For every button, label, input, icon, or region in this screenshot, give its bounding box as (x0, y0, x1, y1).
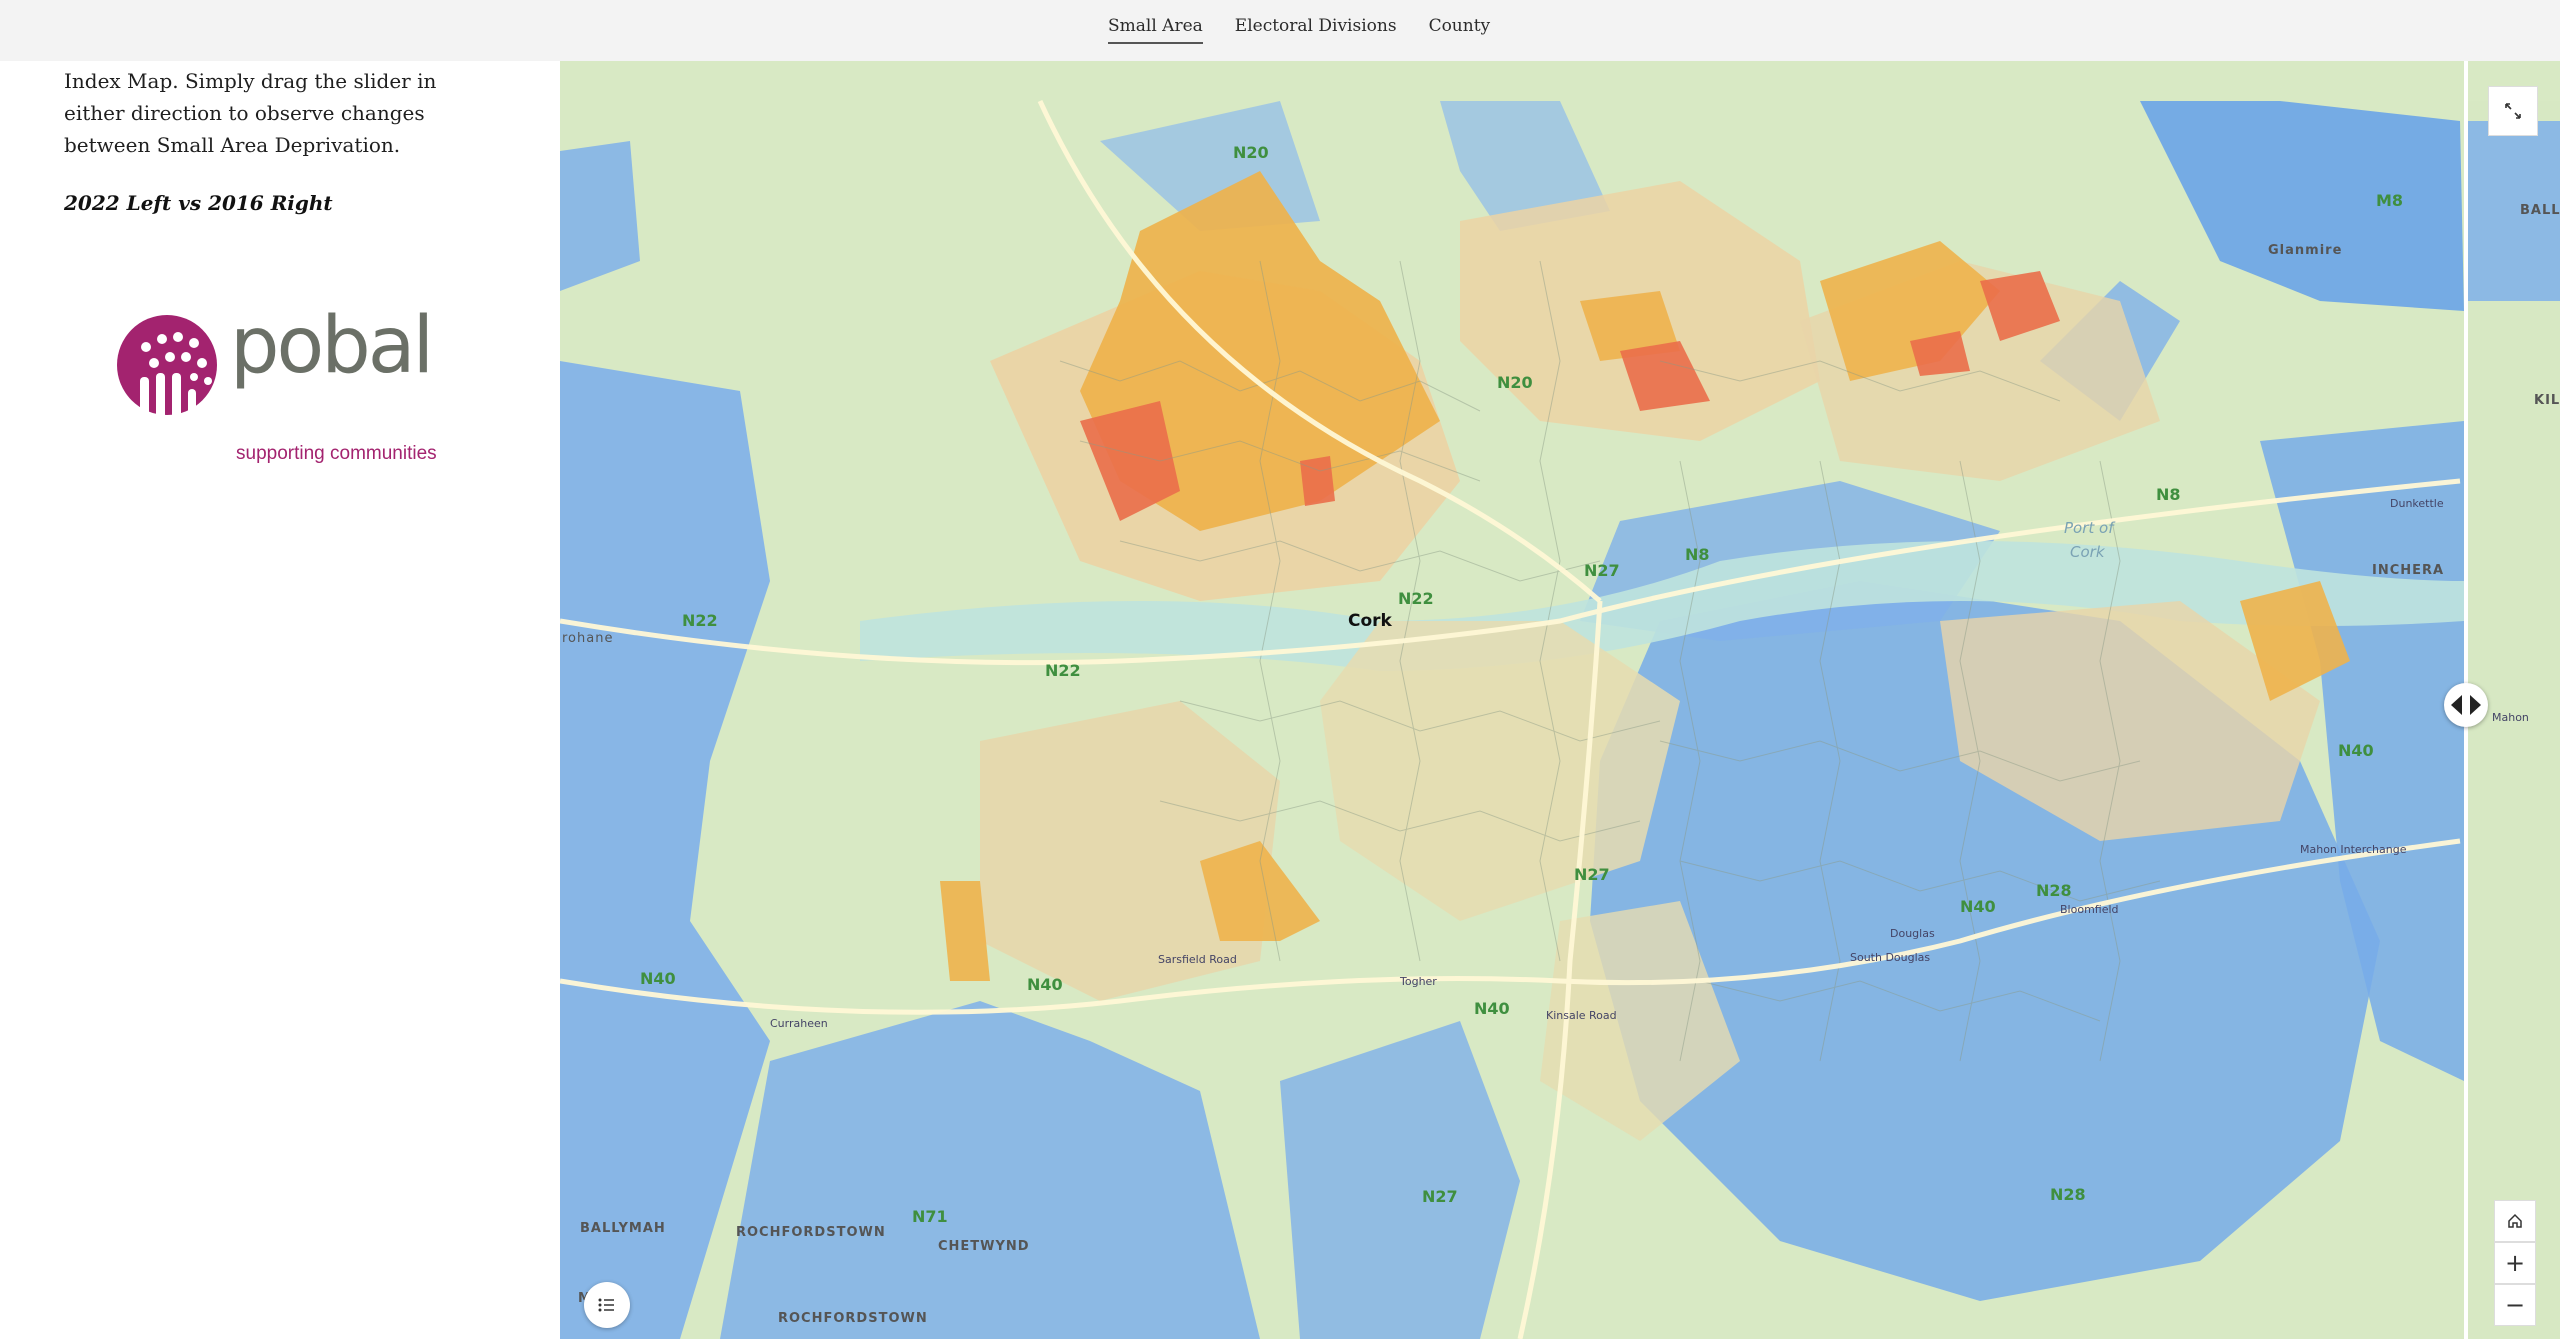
road-label: N20 (1497, 373, 1533, 392)
road-label: N40 (640, 969, 676, 988)
pobal-logo-mark (117, 315, 217, 419)
town-label: ROCHFORDSTOWN (778, 1311, 928, 1326)
road-label: N27 (1584, 561, 1620, 580)
tab-county[interactable]: County (1429, 14, 1491, 44)
zoom-in-button[interactable]: + (2494, 1242, 2536, 1284)
place-label: Dunkettle (2390, 497, 2444, 510)
place-label: Kinsale Road (1546, 1009, 1617, 1022)
comparison-label: 2022 Left vs 2016 Right (64, 191, 333, 215)
home-icon (2508, 1213, 2522, 1228)
road-label: N40 (1474, 999, 1510, 1018)
logo-wordmark: pobal (230, 301, 434, 391)
place-label: Mahon Interchange (2300, 843, 2407, 856)
map-basemap (560, 61, 2560, 1339)
place-label: South Douglas (1850, 951, 1931, 964)
sidebar: Index Map. Simply drag the slider in eit… (0, 61, 560, 1339)
road-label: N22 (682, 611, 718, 630)
intro-text: Index Map. Simply drag the slider in eit… (64, 69, 437, 157)
road-label: N8 (1685, 545, 1710, 564)
tab-bar: Small Area Electoral Divisions County (1108, 14, 1490, 44)
zoom-out-button[interactable]: − (2494, 1284, 2536, 1326)
town-label: ROCHFORDSTOWN (736, 1225, 886, 1240)
town-label: CHETWYND (938, 1239, 1030, 1254)
fullscreen-icon (2505, 103, 2521, 119)
town-label: BALLI (2520, 203, 2560, 218)
swipe-map[interactable]: N20 N20 N8 N8 N22 N22 N22 N27 N27 N27 N4… (560, 61, 2560, 1339)
road-label: N22 (1398, 589, 1434, 608)
town-label: rohane (562, 631, 614, 646)
place-label: Bloomfield (2060, 903, 2119, 916)
road-label: N40 (1027, 975, 1063, 994)
arrow-right-icon (2470, 695, 2481, 715)
arrow-left-icon (2451, 695, 2462, 715)
water-label: Cork (2070, 543, 2105, 561)
city-label: Cork (1348, 611, 1392, 631)
road-label: M8 (2376, 191, 2404, 210)
road-label: N28 (2050, 1185, 2086, 1204)
road-label: N40 (1960, 897, 1996, 916)
tab-electoral-divisions[interactable]: Electoral Divisions (1235, 14, 1397, 44)
place-label: Mahon (2492, 711, 2529, 724)
swipe-handle[interactable] (2444, 683, 2488, 727)
top-navigation: Small Area Electoral Divisions County (0, 0, 2560, 62)
road-label: N20 (1233, 143, 1269, 162)
town-label: KIL (2534, 393, 2560, 408)
place-label: Sarsfield Road (1158, 953, 1237, 966)
home-button[interactable] (2494, 1200, 2536, 1242)
town-label: INCHERA (2372, 563, 2445, 578)
road-label: N8 (2156, 485, 2181, 504)
road-label: N27 (1574, 865, 1610, 884)
place-label: Curraheen (770, 1017, 828, 1030)
place-label: Togher (1400, 975, 1437, 988)
fullscreen-button[interactable] (2488, 86, 2538, 136)
logo-tagline: supporting communities (236, 443, 437, 464)
place-label: Douglas (1890, 927, 1935, 940)
town-label: Glanmire (2268, 243, 2343, 258)
tab-small-area[interactable]: Small Area (1108, 14, 1203, 44)
road-label: N27 (1422, 1187, 1458, 1206)
road-label: N40 (2338, 741, 2374, 760)
road-label: N71 (912, 1207, 948, 1226)
pobal-logo: pobal supporting communities (112, 301, 452, 464)
road-label: N22 (1045, 661, 1081, 680)
legend-icon (598, 1298, 614, 1312)
water-label: Port of (2064, 519, 2114, 537)
town-label: BALLYMAH (580, 1221, 666, 1236)
road-label: N28 (2036, 881, 2072, 900)
legend-button[interactable] (584, 1282, 630, 1328)
